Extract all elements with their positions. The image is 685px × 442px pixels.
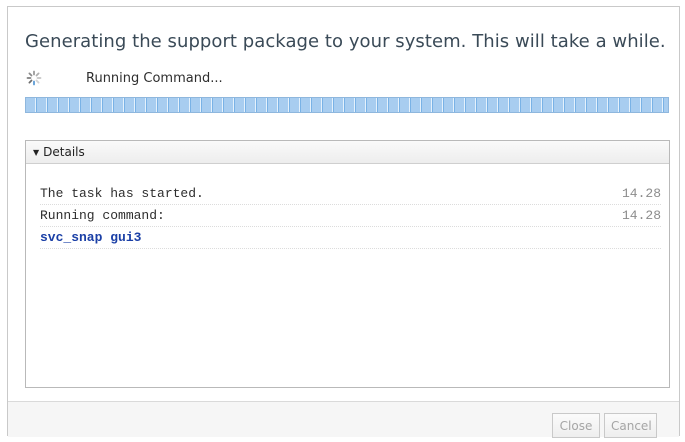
details-log: The task has started. 14.28 Running comm…	[26, 183, 669, 249]
log-entry: Running command: 14.28	[40, 205, 661, 227]
log-entry: The task has started. 14.28	[40, 183, 661, 205]
spinner-icon	[26, 70, 42, 86]
log-time: 14.28	[621, 186, 661, 201]
details-header-label: Details	[43, 145, 85, 159]
log-message: The task has started.	[40, 186, 204, 201]
status-text: Running Command...	[86, 71, 223, 86]
support-package-dialog: Generating the support package to your s…	[7, 6, 680, 438]
progress-bar	[25, 97, 669, 113]
log-entry-command: svc_snap gui3	[40, 227, 661, 249]
log-time: 14.28	[621, 208, 661, 223]
close-button[interactable]: Close	[552, 413, 600, 438]
details-toggle[interactable]: ▼ Details	[26, 141, 669, 164]
dialog-title: Generating the support package to your s…	[25, 31, 666, 52]
triangle-down-icon: ▼	[33, 148, 40, 157]
log-message: Running command:	[40, 208, 165, 223]
cancel-button[interactable]: Cancel	[604, 413, 657, 438]
details-panel: ▼ Details The task has started. 14.28 Run…	[25, 140, 670, 388]
log-command-text: svc_snap gui3	[40, 230, 142, 245]
